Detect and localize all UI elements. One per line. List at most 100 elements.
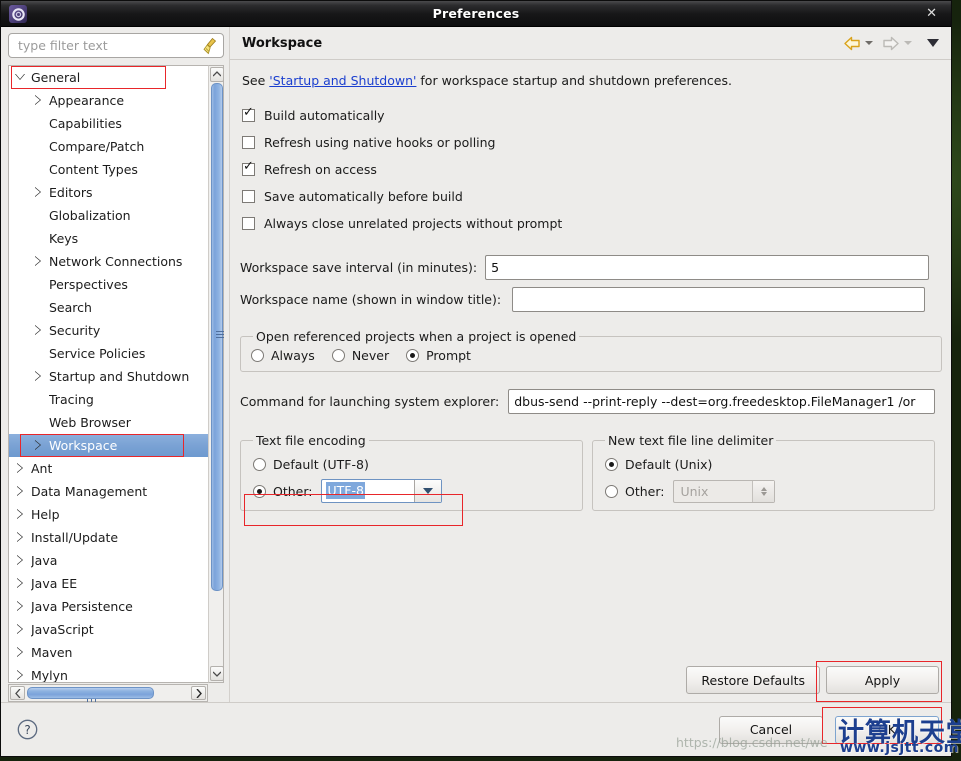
restore-defaults-button[interactable]: Restore Defaults [686, 666, 820, 694]
sidebar-item-label: JavaScript [31, 621, 94, 637]
scroll-left-icon[interactable] [10, 686, 25, 700]
sidebar-item-tracing[interactable]: Tracing [9, 388, 208, 411]
sidebar-item-install-update[interactable]: Install/Update [9, 526, 208, 549]
sidebar-item-globalization[interactable]: Globalization [9, 204, 208, 227]
sidebar-item-data-management[interactable]: Data Management [9, 480, 208, 503]
save-interval-row: Workspace save interval (in minutes): [240, 255, 935, 280]
radio-prompt[interactable]: Prompt [406, 348, 471, 363]
apply-button[interactable]: Apply [826, 666, 939, 694]
sidebar-item-keys[interactable]: Keys [9, 227, 208, 250]
sidebar-item-label: Workspace [49, 437, 118, 453]
sidebar-item-perspectives[interactable]: Perspectives [9, 273, 208, 296]
window-title: Preferences [432, 6, 520, 21]
sidebar-item-web-browser[interactable]: Web Browser [9, 411, 208, 434]
sidebar-item-security[interactable]: Security [9, 319, 208, 342]
forward-button [882, 36, 919, 51]
chevron-right-icon[interactable] [15, 462, 26, 474]
sidebar-item-editors[interactable]: Editors [9, 181, 208, 204]
chevron-right-icon[interactable] [33, 370, 44, 382]
checkbox-always-close-unrelated-projects-without-prompt[interactable]: Always close unrelated projects without … [240, 210, 935, 237]
encoding-combo-value[interactable]: UTF-8 [322, 480, 414, 502]
chevron-right-icon[interactable] [33, 94, 44, 106]
chevron-right-icon[interactable] [33, 439, 44, 451]
save-interval-input[interactable] [485, 255, 930, 280]
checkbox-refresh-using-native-hooks-or-polling[interactable]: Refresh using native hooks or polling [240, 129, 935, 156]
radio-label: Never [351, 348, 390, 363]
sidebar-item-search[interactable]: Search [9, 296, 208, 319]
checkbox-label: Save automatically before build [264, 189, 463, 204]
sidebar-item-java-persistence[interactable]: Java Persistence [9, 595, 208, 618]
chevron-right-icon[interactable] [15, 669, 26, 681]
explorer-command-input[interactable] [508, 389, 935, 414]
ok-button[interactable]: OK [835, 715, 939, 744]
chevron-right-icon[interactable] [15, 531, 26, 543]
scrollbar-thumb[interactable] [211, 82, 224, 591]
workspace-name-input[interactable] [512, 287, 926, 312]
preferences-tree[interactable]: General Appearance Capabilities Compare/Pat… [8, 64, 208, 683]
radio-always[interactable]: Always [251, 348, 315, 363]
sidebar-item-mylyn[interactable]: Mylyn [9, 664, 208, 682]
radio-indicator [605, 457, 618, 471]
chevron-right-icon[interactable] [15, 577, 26, 589]
sidebar-item-label: Java [31, 552, 58, 568]
sidebar-item-maven[interactable]: Maven [9, 641, 208, 664]
sidebar-item-javascript[interactable]: JavaScript [9, 618, 208, 641]
chevron-down-icon[interactable] [865, 41, 873, 45]
delimiter-other-option[interactable]: Other: Unix [605, 476, 924, 506]
startup-shutdown-link[interactable]: 'Startup and Shutdown' [269, 73, 416, 88]
chevron-right-icon[interactable] [15, 623, 26, 635]
chevron-right-icon[interactable] [33, 186, 44, 198]
delimiter-default-option[interactable]: Default (Unix) [605, 452, 924, 476]
scroll-down-icon[interactable] [210, 666, 224, 681]
tree-horizontal-scrollbar[interactable] [8, 684, 208, 706]
sidebar-item-content-types[interactable]: Content Types [9, 158, 208, 181]
sidebar-item-network-connections[interactable]: Network Connections [9, 250, 208, 273]
explorer-command-row: Command for launching system explorer: [240, 389, 935, 414]
checkbox-build-automatically[interactable]: Build automatically [240, 102, 935, 129]
sidebar-item-startup-and-shutdown[interactable]: Startup and Shutdown [9, 365, 208, 388]
question-mark-icon[interactable]: ? [17, 719, 38, 740]
chevron-right-icon[interactable] [15, 646, 26, 658]
chevron-right-icon[interactable] [15, 485, 26, 497]
back-button[interactable] [843, 36, 880, 51]
chevron-right-icon[interactable] [33, 255, 44, 267]
scroll-right-icon[interactable] [191, 686, 206, 700]
chevron-right-icon[interactable] [15, 600, 26, 612]
search-input[interactable] [9, 34, 223, 57]
hscrollbar-thumb[interactable] [27, 687, 154, 706]
open-referenced-legend: Open referenced projects when a project … [256, 329, 577, 344]
chevron-down-icon[interactable] [15, 72, 26, 83]
encoding-other-option[interactable]: Other: UTF-8 [253, 476, 572, 506]
broom-icon[interactable] [201, 37, 218, 55]
chevron-down-icon[interactable] [414, 480, 442, 502]
chevron-right-icon[interactable] [33, 324, 44, 336]
radio-never[interactable]: Never [331, 348, 390, 363]
sidebar-item-appearance[interactable]: Appearance [9, 89, 208, 112]
chevron-right-icon[interactable] [15, 508, 26, 520]
chevron-right-icon[interactable] [15, 554, 26, 566]
sidebar-item-java-ee[interactable]: Java EE [9, 572, 208, 595]
radio-indicator [331, 349, 345, 362]
sidebar-item-java[interactable]: Java [9, 549, 208, 572]
sidebar-item-help[interactable]: Help [9, 503, 208, 526]
cancel-button[interactable]: Cancel [719, 715, 823, 744]
checkbox-refresh-on-access[interactable]: Refresh on access [240, 156, 935, 183]
scroll-up-icon[interactable] [210, 66, 224, 82]
checkbox-save-automatically-before-build[interactable]: Save automatically before build [240, 183, 935, 210]
tree-vertical-scrollbar[interactable] [208, 64, 224, 683]
triangle-down-icon[interactable] [927, 39, 939, 47]
sidebar-item-service-policies[interactable]: Service Policies [9, 342, 208, 365]
close-icon[interactable]: ✕ [922, 1, 941, 27]
forward-arrow-icon [883, 36, 899, 50]
sidebar-item-workspace[interactable]: Workspace [9, 433, 208, 457]
encoding-default-option[interactable]: Default (UTF-8) [253, 452, 572, 476]
sidebar-item-ant[interactable]: Ant [9, 457, 208, 480]
sidebar-item-capabilities[interactable]: Capabilities [9, 112, 208, 135]
intro-text: See 'Startup and Shutdown' for workspace… [242, 73, 935, 88]
sidebar-item-compare-patch[interactable]: Compare/Patch [9, 135, 208, 158]
encoding-combo[interactable]: UTF-8 [321, 479, 443, 503]
checkbox-label: Build automatically [264, 108, 385, 123]
sidebar-item-general[interactable]: General [9, 66, 208, 89]
